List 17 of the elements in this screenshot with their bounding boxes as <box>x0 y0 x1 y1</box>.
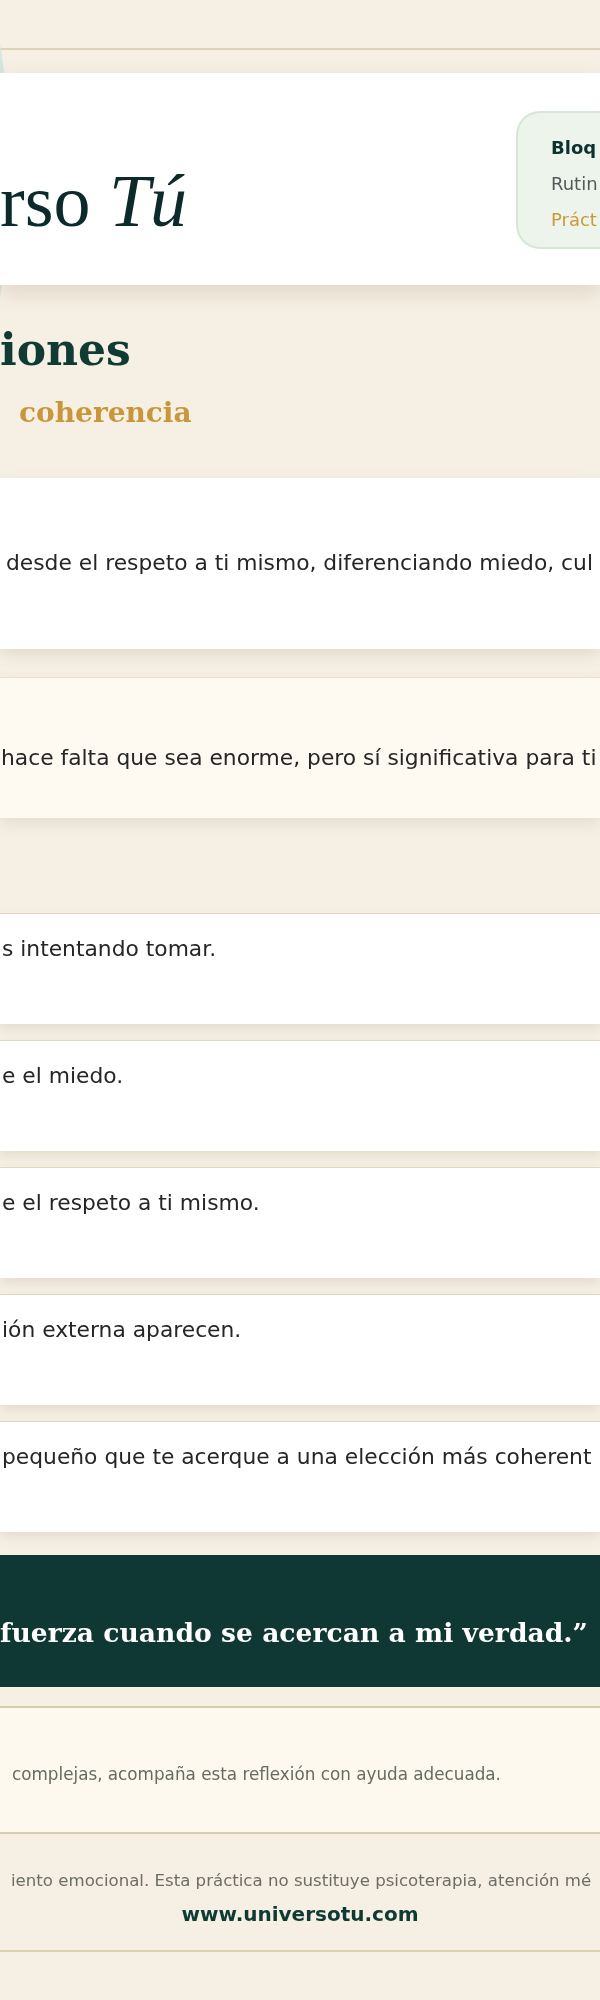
step-text: e el respeto a ti mismo. <box>2 1189 260 1217</box>
highlight-text: hace falta que sea enorme, pero sí significativa para ti <box>1 744 597 772</box>
badge-caption: Práct <box>551 208 597 232</box>
note-text: complejas, acompaña esta reflexión con ayuda adecuada. <box>12 1763 501 1786</box>
website-text: www.universotu.com <box>181 1901 419 1927</box>
quote-text: fuerza cuando se acercan a mi verdad.” <box>0 1616 588 1650</box>
logo: rso Tú <box>0 159 188 244</box>
intro-text: desde el respeto a ti mismo, diferenciando miedo, cul <box>6 549 593 577</box>
badge-heading: Bloq <box>551 136 597 160</box>
disclaimer-text: iento emocional. Esta práctica no sustituye psicoterapia, atención mé <box>11 1870 592 1892</box>
page-title: iones <box>0 325 131 375</box>
page-subtitle: coherencia <box>19 397 192 429</box>
step-text: e el miedo. <box>2 1062 124 1090</box>
step-text: ión externa aparecen. <box>2 1316 242 1344</box>
badge-subheading: Rutin <box>551 172 598 196</box>
step-text: pequeño que te acerque a una elección más coherent <box>2 1443 592 1471</box>
step-text: s intentando tomar. <box>2 935 217 963</box>
